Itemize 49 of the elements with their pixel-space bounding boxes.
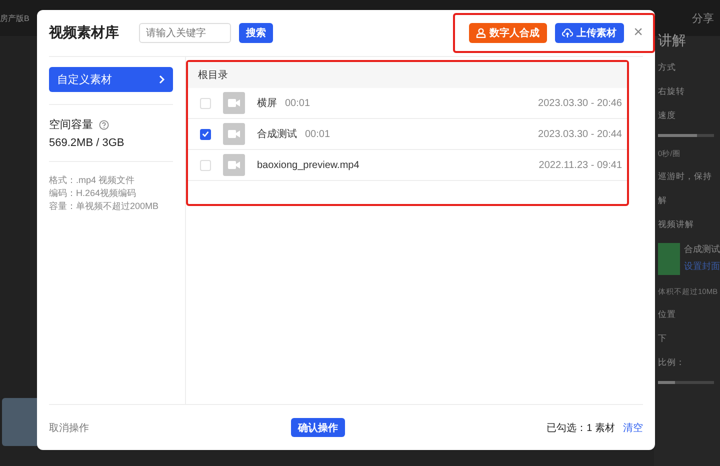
storage-label: 空间容量 (49, 118, 93, 132)
search-field[interactable]: 请输入关键字 (139, 23, 231, 43)
upload-button[interactable]: 上传素材 (554, 23, 624, 43)
digital-human-button[interactable]: 数字人合成 (468, 23, 547, 43)
panel-title: 讲解 (658, 32, 687, 50)
close-button[interactable]: × (632, 25, 645, 41)
search-button[interactable]: 搜索 (239, 23, 273, 43)
panel-label: 下 (658, 333, 668, 345)
panel-label: 比例： (658, 357, 686, 369)
confirm-button[interactable]: 确认操作 (290, 418, 345, 437)
panel-label: 方式 (658, 62, 677, 74)
file-date: 2023.03.30 - 20:44 (538, 128, 622, 140)
video-camera-icon (223, 92, 245, 114)
dialog-title: 视频素材库 (49, 24, 119, 42)
format-note: 编码：H.264视频编码 (49, 187, 138, 200)
file-name: 合成测试 (257, 128, 297, 141)
slider-track[interactable] (658, 381, 714, 384)
format-note: 格式：.mp4 视频文件 (49, 174, 136, 187)
format-note: 容量：单视频不超过200MB (49, 200, 160, 213)
slider-track[interactable] (658, 134, 714, 137)
panel-label: 巡游时，保持 (658, 171, 713, 183)
project-name: 房产版B (0, 12, 30, 24)
person-icon (476, 28, 486, 38)
chevron-right-icon (159, 75, 165, 84)
panel-label: 视频讲解 (658, 219, 695, 231)
photo-placeholder (658, 243, 680, 275)
help-icon[interactable] (99, 120, 109, 130)
category-button[interactable]: 自定义素材 (49, 67, 173, 92)
panel-label: 解 (658, 195, 668, 207)
cancel-button[interactable]: 取消操作 (49, 420, 89, 434)
panel-label: 右旋转 (658, 86, 686, 98)
file-name: 横屏 (257, 96, 277, 110)
video-camera-icon (223, 123, 245, 145)
storage-value: 569.2MB / 3GB (49, 137, 126, 149)
panel-label: 位置 (658, 309, 677, 321)
checkbox[interactable] (200, 128, 211, 140)
selection-count: 已勾选：1 素材 (546, 422, 615, 434)
file-name: baoxiong_preview.mp4 (257, 160, 360, 170)
cloud-upload-icon (562, 28, 573, 38)
video-camera-icon (223, 154, 245, 176)
panel-label: 速度 (658, 110, 677, 122)
video-title: 合成测试 (684, 243, 720, 256)
clear-link[interactable]: 清空 (623, 420, 643, 434)
file-duration: 00:01 (305, 128, 330, 140)
file-date: 2022.11.23 - 09:41 (538, 160, 622, 170)
file-date: 2023.03.30 - 20:46 (538, 98, 622, 108)
share-button[interactable]: 分享 (692, 10, 714, 26)
folder-header: 根目录 (188, 62, 627, 88)
file-duration: 00:01 (285, 98, 310, 108)
